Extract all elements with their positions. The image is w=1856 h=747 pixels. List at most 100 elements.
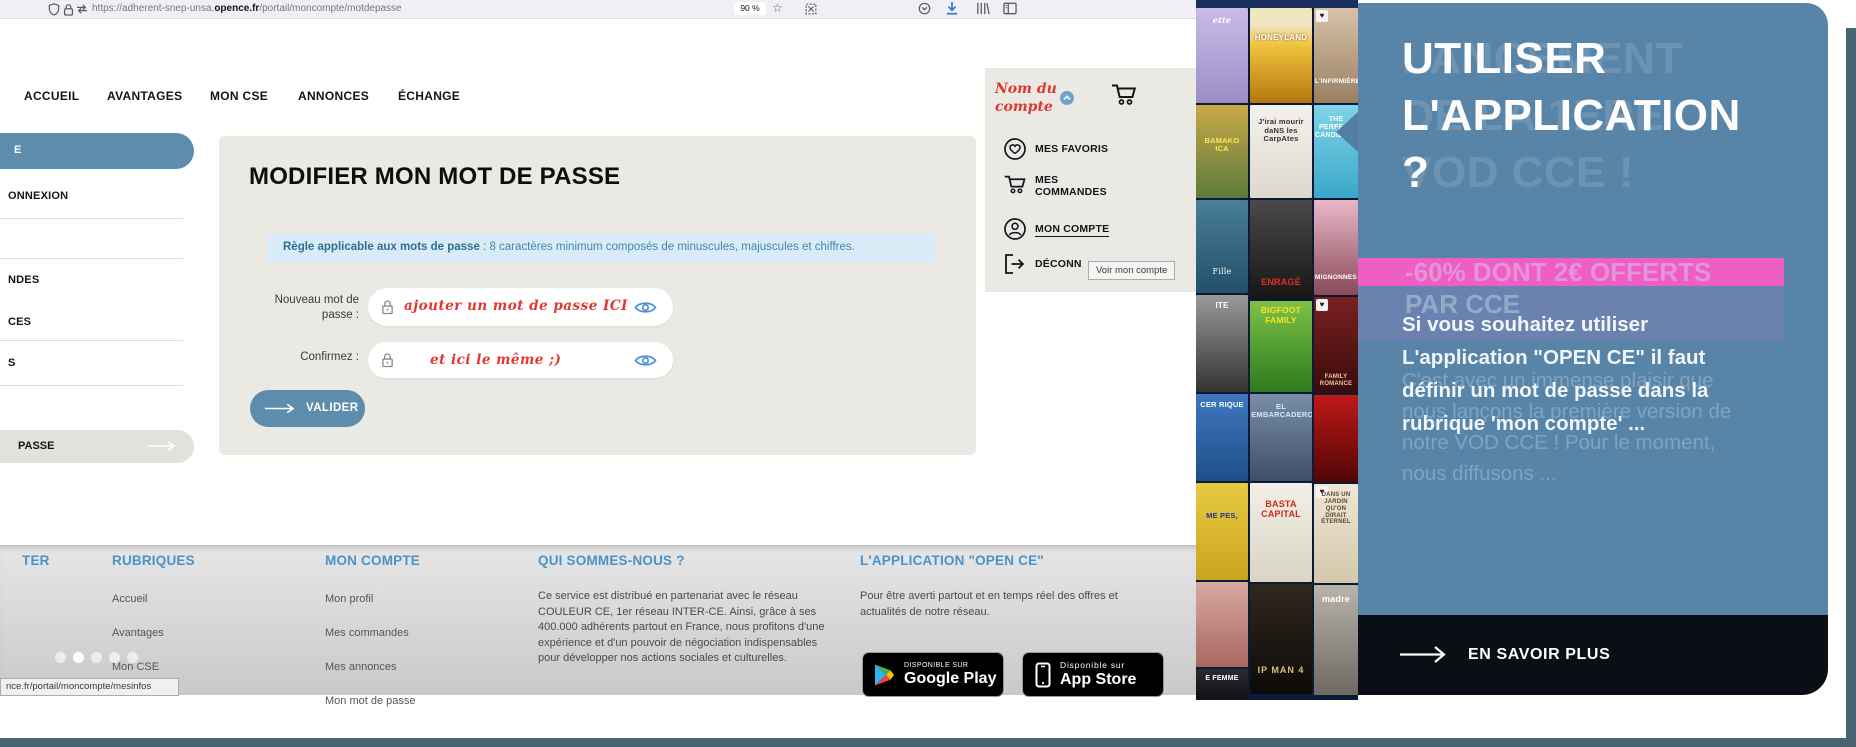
background-window-edge-right <box>1846 28 1856 747</box>
footer-link-mon-mot-de-passe[interactable]: Mon mot de passe <box>325 695 416 707</box>
carousel-dot-1[interactable] <box>55 652 66 663</box>
arrow-right-icon <box>147 441 176 451</box>
movie-poster[interactable]: madre <box>1314 585 1358 695</box>
eye-icon[interactable] <box>634 300 657 315</box>
nav-mon-cse[interactable]: MON CSE <box>210 89 268 103</box>
sidebar-item-connexion[interactable]: ONNEXION <box>8 190 68 202</box>
movie-poster[interactable]: EL EMBARCADERO <box>1250 394 1312 481</box>
en-savoir-plus-bar[interactable]: EN SAVOIR PLUS <box>1358 615 1828 695</box>
heart-circle-icon <box>1004 138 1026 160</box>
menu-item-deconnexion[interactable]: DÉCONN <box>1003 253 1082 280</box>
sidebar-item-mot-de-passe[interactable]: PASSE <box>0 430 194 463</box>
carousel-dot-3[interactable] <box>91 652 102 663</box>
sidebar-item-annonces[interactable]: CES <box>8 316 31 328</box>
confirm-password-input[interactable]: et ici le même ;) <box>368 342 673 378</box>
movie-poster[interactable]: Fille <box>1196 200 1248 293</box>
permissions-icon[interactable] <box>76 4 88 14</box>
pocket-icon[interactable] <box>918 2 931 15</box>
download-icon[interactable] <box>945 1 959 16</box>
account-name[interactable]: Nom du compte <box>995 80 1057 116</box>
shield-icon[interactable] <box>48 3 60 16</box>
movie-poster[interactable]: ME PES, <box>1196 483 1248 580</box>
favorite-heart-icon[interactable]: ♥ <box>1316 299 1328 311</box>
footer-compte-title: MON COMPTE <box>325 553 420 568</box>
sidebar-item-active[interactable]: E <box>0 133 194 169</box>
movie-poster[interactable]: BIGFOOT FAMILY <box>1250 301 1312 392</box>
footer-link-mes-annonces[interactable]: Mes annonces <box>325 661 416 673</box>
footer-link-avantages[interactable]: Avantages <box>112 627 164 639</box>
library-icon[interactable] <box>976 2 990 15</box>
footer-about-text: Ce service est distribué en partenariat … <box>538 590 825 664</box>
sidebar-item-infos[interactable]: S <box>8 357 16 369</box>
eye-icon[interactable] <box>634 353 657 368</box>
password-card: MODIFIER MON MOT DE PASSE Règle applicab… <box>219 136 976 455</box>
footer-link-mon-profil[interactable]: Mon profil <box>325 593 416 605</box>
menu-item-mon-compte[interactable]: MON COMPTE <box>1003 217 1110 246</box>
footer-link-accueil[interactable]: Accueil <box>112 593 164 605</box>
logout-icon <box>1005 254 1025 274</box>
movie-poster[interactable]: BASTA CAPITAL <box>1250 483 1312 582</box>
valider-button[interactable]: VALIDER <box>250 390 365 427</box>
page-footer: TER RUBRIQUES Accueil Avantages Mon CSE … <box>0 545 1196 707</box>
screen: https://adherent-snep-unsa.opence.fr/por… <box>0 0 1856 747</box>
movie-poster[interactable]: J'irai mourir daNS les CarpAtes <box>1250 105 1312 198</box>
carousel-dot-2-active[interactable] <box>73 652 84 663</box>
movie-poster[interactable] <box>1196 582 1248 667</box>
menu-item-favoris[interactable]: MES FAVORIS <box>1003 137 1108 166</box>
nav-echange[interactable]: ÉCHANGE <box>398 89 460 103</box>
movie-poster[interactable]: ENRAGÉ <box>1250 200 1312 299</box>
footer-link-mon-cse[interactable]: Mon CSE <box>112 661 164 673</box>
movie-poster[interactable]: HONEYLAND <box>1250 8 1312 103</box>
promo-body: Si vous souhaitez utiliser L'application … <box>1402 313 1709 435</box>
google-play-badge[interactable]: DISPONIBLE SUR Google Play <box>862 652 1004 697</box>
arrow-right-icon <box>1400 646 1446 663</box>
movie-poster[interactable]: BAMAKO ICA <box>1196 105 1248 198</box>
promo-title: UTILISER L'APPLICATION? <box>1402 34 1741 197</box>
address-bar[interactable]: https://adherent-snep-unsa.opence.fr/por… <box>88 1 788 16</box>
new-password-label: Nouveau mot de passe : <box>274 294 359 321</box>
zoom-level[interactable]: 90 % <box>734 2 766 15</box>
confirm-password-label: Confirmez : <box>300 351 359 363</box>
footer-contact-title: TER <box>22 553 50 568</box>
sidebar-toggle-icon[interactable] <box>1003 2 1017 15</box>
page-url: https://adherent-snep-unsa.opence.fr/por… <box>92 3 402 14</box>
nav-avantages[interactable]: AVANTAGES <box>107 89 182 103</box>
movie-poster[interactable] <box>1314 395 1358 482</box>
menu-item-commandes[interactable]: MES COMMANDES <box>1003 172 1107 201</box>
footer-rubriques-title: RUBRIQUES <box>112 553 195 568</box>
new-password-input[interactable]: ajouter un mot de passe ICI <box>368 288 673 326</box>
movie-poster[interactable]: ♥ FAMILY ROMANCE <box>1314 297 1358 393</box>
nav-annonces[interactable]: ANNONCES <box>298 89 369 103</box>
sidebar-item-commandes[interactable]: NDES <box>8 274 39 286</box>
cart-icon <box>1004 175 1026 194</box>
screenshot-extension-icon[interactable] <box>804 2 818 16</box>
movie-poster[interactable]: E FEMME <box>1196 669 1248 699</box>
browser-toolbar: https://adherent-snep-unsa.opence.fr/por… <box>0 0 1196 19</box>
arrow-right-icon <box>264 403 295 414</box>
page-title: MODIFIER MON MOT DE PASSE <box>249 163 621 190</box>
cart-icon[interactable] <box>1110 82 1140 106</box>
chevron-up-icon[interactable] <box>1060 91 1074 105</box>
movie-poster[interactable]: ITE <box>1196 295 1248 392</box>
collage-top-strip <box>1196 0 1358 8</box>
movie-poster[interactable]: ♥ DANS UN JARDIN QU'ON DIRAIT ÉTERNEL <box>1314 484 1358 583</box>
password-rule-banner: Règle applicable aux mots de passe : 8 c… <box>267 234 935 262</box>
bookmark-star-icon[interactable]: ☆ <box>772 2 783 15</box>
nav-accueil[interactable]: ACCUEIL <box>24 89 79 103</box>
user-circle-icon <box>1004 218 1026 240</box>
app-store-badge[interactable]: Disponible sur App Store <box>1022 652 1164 697</box>
movie-poster[interactable]: CER RIQUE <box>1196 394 1248 481</box>
status-bar-link-preview: nce.fr/portail/moncompte/mesinfos <box>0 678 179 696</box>
carousel-dot-4[interactable] <box>109 652 120 663</box>
carousel-prev-arrow[interactable] <box>1336 112 1358 152</box>
carousel-dot-5[interactable] <box>127 652 138 663</box>
movie-poster[interactable]: IP MAN 4 <box>1250 584 1312 694</box>
footer-link-mes-commandes[interactable]: Mes commandes <box>325 627 416 639</box>
movie-poster[interactable]: MIGNONNES <box>1314 200 1358 295</box>
favorite-heart-icon[interactable]: ♥ <box>1316 10 1328 22</box>
lock-icon[interactable] <box>63 3 74 16</box>
google-play-icon <box>875 664 894 685</box>
movie-poster[interactable]: ♥ L'INFIRMIÈRE <box>1314 8 1358 103</box>
movie-poster[interactable]: ette <box>1196 8 1248 103</box>
voir-mon-compte-tooltip: Voir mon compte <box>1088 261 1176 280</box>
